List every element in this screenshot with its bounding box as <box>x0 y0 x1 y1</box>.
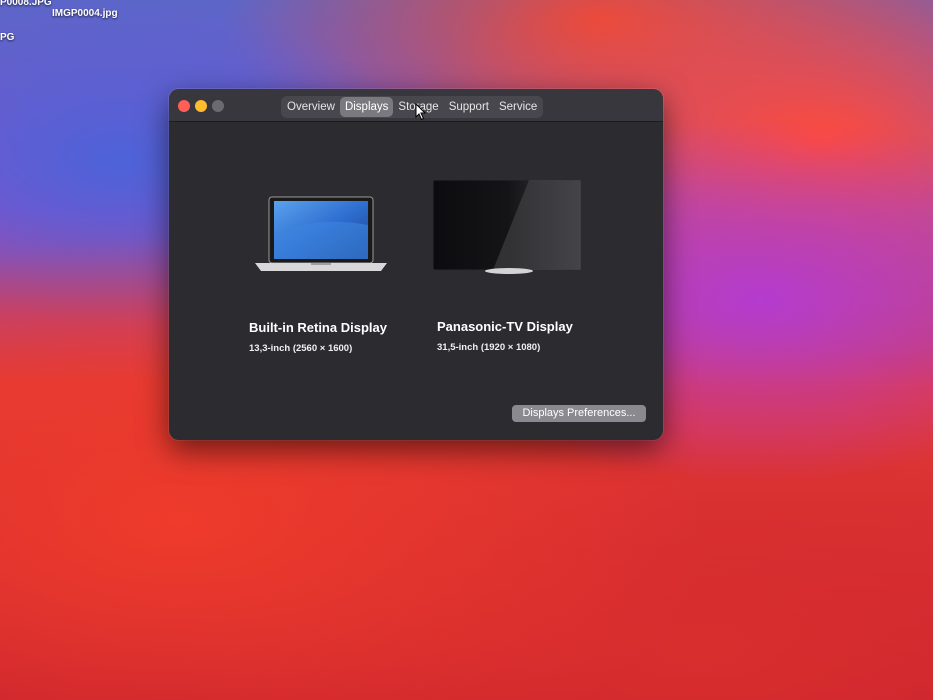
minimize-button[interactable] <box>195 100 207 112</box>
zoom-button[interactable] <box>212 100 224 112</box>
laptop-icon <box>255 196 387 271</box>
displays-preferences-button[interactable]: Displays Preferences... <box>512 405 646 422</box>
tv-icon <box>433 180 581 274</box>
tab-overview[interactable]: Overview <box>282 97 340 117</box>
desktop-file-label[interactable]: PG <box>0 32 14 43</box>
tab-bar: Overview Displays Storage Support Servic… <box>281 96 544 118</box>
tab-support[interactable]: Support <box>444 97 494 117</box>
display-name: Built-in Retina Display <box>249 320 387 335</box>
desktop-file-label[interactable]: P0008.JPG <box>0 0 52 8</box>
close-button[interactable] <box>178 100 190 112</box>
desktop-file-label[interactable]: IMGP0004.jpg <box>52 8 118 19</box>
display-resolution: 13,3-inch (2560 × 1600) <box>249 343 353 354</box>
display-resolution: 31,5-inch (1920 × 1080) <box>437 342 541 353</box>
about-this-mac-window: Overview Displays Storage Support Servic… <box>169 89 663 440</box>
tab-service[interactable]: Service <box>494 97 542 117</box>
tab-displays[interactable]: Displays <box>339 97 394 117</box>
mouse-cursor-icon <box>415 103 427 121</box>
display-name: Panasonic-TV Display <box>437 319 573 334</box>
